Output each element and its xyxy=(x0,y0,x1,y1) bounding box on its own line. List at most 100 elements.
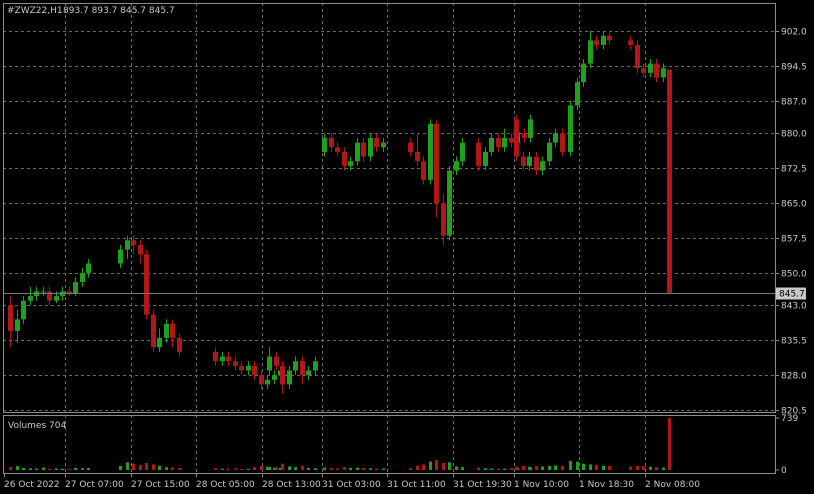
candle-body xyxy=(239,365,244,371)
price-tick-label: 902.0 xyxy=(781,28,807,38)
price-tick-label: 872.5 xyxy=(781,165,807,175)
candle-body xyxy=(144,254,149,315)
candle-body xyxy=(489,137,494,152)
candle-body xyxy=(528,119,533,138)
candle-body xyxy=(8,305,13,331)
candle-body xyxy=(415,151,420,162)
candle-body xyxy=(272,375,277,380)
candle-body xyxy=(496,137,501,148)
price-tick-label: 880.0 xyxy=(781,130,807,140)
candle-body xyxy=(322,137,327,152)
candle-body xyxy=(476,142,481,166)
volume-tick-label: 0 xyxy=(781,466,787,476)
candle-body xyxy=(509,137,514,143)
time-tick-label: 28 Oct 13:00 xyxy=(262,480,321,490)
candle-body xyxy=(213,351,218,362)
candle-body xyxy=(588,40,593,64)
candle-body xyxy=(329,137,334,148)
candle-body xyxy=(540,161,545,171)
candle-body xyxy=(86,263,91,273)
candle-body xyxy=(125,240,130,250)
price-tick-label: 857.5 xyxy=(781,235,807,245)
symbol-label: #ZWZ22,H1 xyxy=(7,6,63,16)
candle-body xyxy=(265,379,270,385)
price-tick-label: 828.0 xyxy=(781,372,807,382)
candle-body xyxy=(300,361,305,376)
price-tick-label: 850.0 xyxy=(781,270,807,280)
candle-body xyxy=(502,137,507,148)
candle-body xyxy=(73,282,78,294)
candle-body xyxy=(157,337,162,348)
candle-body xyxy=(28,296,33,301)
candle-body xyxy=(522,133,527,138)
candle-body xyxy=(342,151,347,166)
candle-body xyxy=(47,291,52,301)
candle-body xyxy=(594,40,599,45)
price-tick-label: 843.0 xyxy=(781,302,807,312)
candle-body xyxy=(226,356,231,362)
candle-body xyxy=(267,356,272,371)
candle-body xyxy=(259,375,264,385)
time-tick-label: 1 Nov 10:00 xyxy=(514,480,569,490)
candle-body xyxy=(252,365,257,376)
candle-body xyxy=(568,105,573,152)
candle-body xyxy=(54,296,59,301)
candle-body xyxy=(454,161,459,171)
candle-body xyxy=(408,142,413,152)
candle-body xyxy=(547,142,552,162)
price-tick-label: 887.0 xyxy=(781,98,807,108)
time-tick-label: 27 Oct 07:00 xyxy=(65,480,124,490)
candle-body xyxy=(434,124,439,204)
candle-body xyxy=(527,156,532,166)
candle-body xyxy=(374,137,379,148)
price-tick-label: 835.5 xyxy=(781,337,807,347)
candle-body xyxy=(368,137,373,157)
candle-body xyxy=(521,156,526,166)
candle-body xyxy=(654,63,659,78)
time-tick-label: 27 Oct 15:00 xyxy=(131,480,190,490)
candle-body xyxy=(635,44,640,69)
candle-body xyxy=(246,365,251,371)
candle-body xyxy=(601,35,606,45)
volume-tick-label: 739 xyxy=(781,414,798,424)
candle-body xyxy=(514,119,519,157)
candle-body xyxy=(335,147,340,152)
current-price-label: 845.7 xyxy=(779,290,805,300)
chart-background xyxy=(0,0,814,494)
candle-body xyxy=(287,370,292,385)
candle-body xyxy=(177,337,182,352)
volume-label: Volumes 704 xyxy=(8,421,66,431)
candle-body xyxy=(607,35,612,41)
time-tick-label: 31 Oct 11:00 xyxy=(387,480,446,490)
candle-body xyxy=(293,361,298,371)
time-tick-label: 26 Oct 2022 xyxy=(4,480,60,490)
candle-body xyxy=(661,68,666,78)
candle-body xyxy=(313,361,318,371)
candle-body xyxy=(421,161,426,180)
candle-body xyxy=(483,151,488,166)
price-chart[interactable]: 845.7 902.0 894.5 887.0 880.0 872.5 865.0 857.… xyxy=(0,0,814,494)
candle-body xyxy=(428,124,433,180)
candle-body xyxy=(274,356,279,366)
time-tick-label: 28 Oct 05:00 xyxy=(196,480,255,490)
candle-body xyxy=(306,370,311,376)
price-tick-label: 894.5 xyxy=(781,63,807,73)
candle-body xyxy=(233,361,238,366)
candle-body xyxy=(667,69,672,293)
time-tick-label: 2 Nov 08:00 xyxy=(645,480,700,490)
candle-body xyxy=(355,142,360,162)
ohlc-label: 893.7 893.7 845.7 845.7 xyxy=(63,6,175,16)
time-tick-label: 31 Oct 03:00 xyxy=(322,480,381,490)
candle-body xyxy=(447,170,452,236)
candle-body xyxy=(80,272,85,283)
candle-body xyxy=(441,203,446,236)
time-tick-label: 31 Oct 19:30 xyxy=(453,480,512,490)
candle-body xyxy=(131,240,136,245)
candle-body xyxy=(575,82,580,106)
time-tick-label: 1 Nov 18:30 xyxy=(579,480,634,490)
candle-body xyxy=(280,365,285,385)
candle-body xyxy=(41,291,46,293)
candle-body xyxy=(138,244,143,255)
candle-body xyxy=(560,133,565,152)
candle-body xyxy=(170,323,175,338)
